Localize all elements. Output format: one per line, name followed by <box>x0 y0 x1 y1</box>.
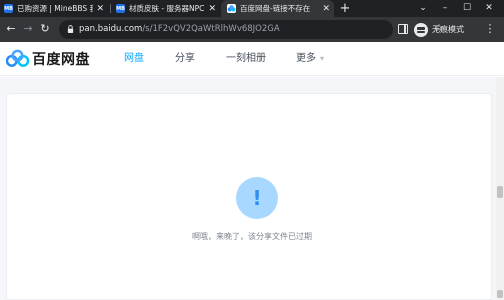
url-host: pan.baidu.com <box>79 24 143 34</box>
chevron-down-icon: ▾ <box>320 54 325 63</box>
tab-close-icon[interactable]: ✕ <box>208 4 216 14</box>
browser-tab-baidu-pan[interactable]: 百度网盘-链接不存在 ✕ <box>221 0 334 17</box>
nav-tab-netdisk[interactable]: 网盘 <box>124 42 144 76</box>
minebbs-favicon-icon: MB <box>116 4 125 13</box>
site-header: 百度网盘 网盘 分享 一刻相册 更多 ▾ <box>0 42 504 76</box>
logo-text: 百度网盘 <box>32 52 90 68</box>
window-close-button[interactable]: ✕ <box>478 0 500 17</box>
back-button[interactable]: ← <box>4 22 18 36</box>
url-text[interactable]: pan.baidu.com/s/1F2vQV2QaWtRlhWv68JO2GA <box>79 20 280 39</box>
browser-toolbar: ← → ↻ pan.baidu.com/s/1F2vQV2QaWtRlhWv68… <box>0 17 504 42</box>
forward-button[interactable]: → <box>21 22 35 36</box>
exclamation-mark: ! <box>252 186 262 210</box>
new-tab-button[interactable]: + <box>339 0 351 17</box>
scrollbar-thumb[interactable] <box>497 186 503 198</box>
nav-tab-share[interactable]: 分享 <box>175 42 195 76</box>
lock-icon[interactable] <box>67 25 74 33</box>
baidu-pan-cloud-icon <box>6 49 29 67</box>
browser-tab-minebbs-skins[interactable]: MB 材质皮肤 - 服务器NPC ✕ <box>116 0 216 17</box>
reload-button[interactable]: ↻ <box>38 22 52 36</box>
url-path: /s/1F2vQV2QaWtRlhWv68JO2GA <box>142 24 280 34</box>
tab-separator <box>110 4 111 13</box>
minimize-button[interactable]: – <box>434 0 456 17</box>
nav-tab-more[interactable]: 更多 ▾ <box>296 42 324 76</box>
browser-menu-icon[interactable]: ⋮ <box>484 22 496 36</box>
alert-icon: ! <box>236 177 278 219</box>
cloud-icon <box>227 4 236 13</box>
scrollbar-thumb-lower[interactable] <box>497 290 503 298</box>
browser-tab-minebbs-purchased[interactable]: MB 已购资源 | MineBBS 我 ✕ <box>4 0 104 17</box>
incognito-indicator[interactable]: 无痕模式 <box>414 21 464 38</box>
side-panel-icon[interactable] <box>398 24 408 34</box>
address-bar[interactable]: pan.baidu.com/s/1F2vQV2QaWtRlhWv68JO2GA … <box>59 20 443 39</box>
incognito-icon <box>414 22 428 37</box>
tab-title: 材质皮肤 - 服务器NPC <box>129 4 205 13</box>
tab-close-icon[interactable]: ✕ <box>322 4 330 14</box>
tab-title: 百度网盘-链接不存在 <box>240 4 311 13</box>
browser-tab-strip: MB 已购资源 | MineBBS 我 ✕ MB 材质皮肤 - 服务器NPC ✕… <box>0 0 504 17</box>
chevron-down-icon[interactable]: ⌄ <box>412 0 434 17</box>
baidu-pan-logo[interactable]: 百度网盘 <box>6 49 90 69</box>
maximize-button[interactable]: ☐ <box>456 0 478 17</box>
nav-more-label: 更多 <box>296 53 316 64</box>
incognito-label: 无痕模式 <box>432 25 464 34</box>
tab-close-icon[interactable]: ✕ <box>96 4 104 14</box>
tab-title: 已购资源 | MineBBS 我 <box>17 4 94 13</box>
nav-tab-moments-album[interactable]: 一刻相册 <box>226 42 266 76</box>
minebbs-favicon-icon: MB <box>4 4 13 13</box>
expired-share-message: 啊哦，来晚了，该分享文件已过期 <box>192 232 312 241</box>
